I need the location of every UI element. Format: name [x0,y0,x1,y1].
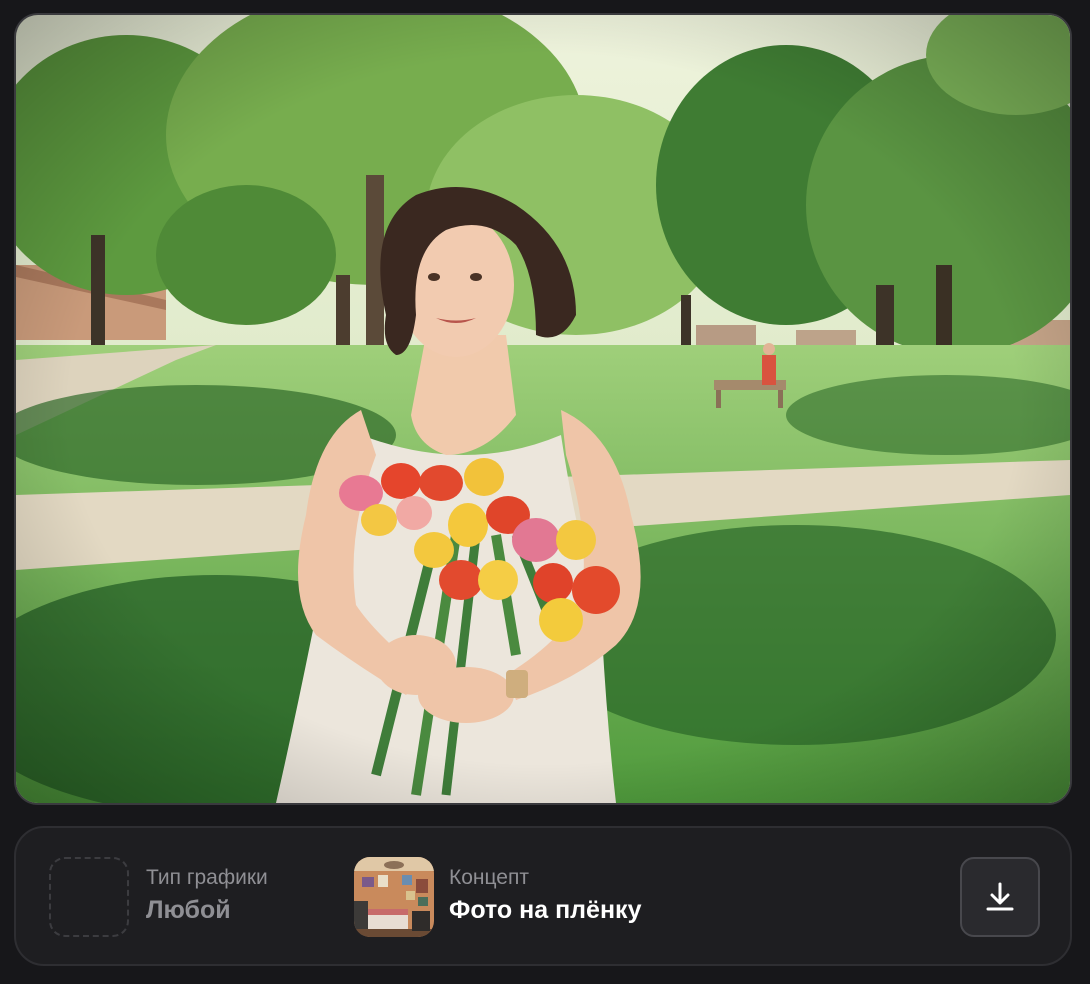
concept-value: Фото на плёнку [449,896,642,924]
graphic-type-selector[interactable]: Тип графики Любой [146,865,268,927]
room-photo-thumbnail [354,857,434,937]
download-button[interactable] [960,857,1040,937]
generated-image-viewer[interactable] [14,13,1072,805]
concept-selector[interactable]: Концепт Фото на плёнку [449,865,641,927]
graphic-type-placeholder[interactable] [49,857,129,937]
generated-photo [16,15,1070,803]
concept-label: Концепт [449,866,529,889]
graphic-type-value: Любой [146,896,231,924]
download-icon [986,882,1014,911]
graphic-type-label: Тип графики [146,866,268,889]
image-info-bar: Тип графики Любой Концепт Фото на плёнку [14,826,1072,966]
concept-thumbnail[interactable] [354,857,434,937]
